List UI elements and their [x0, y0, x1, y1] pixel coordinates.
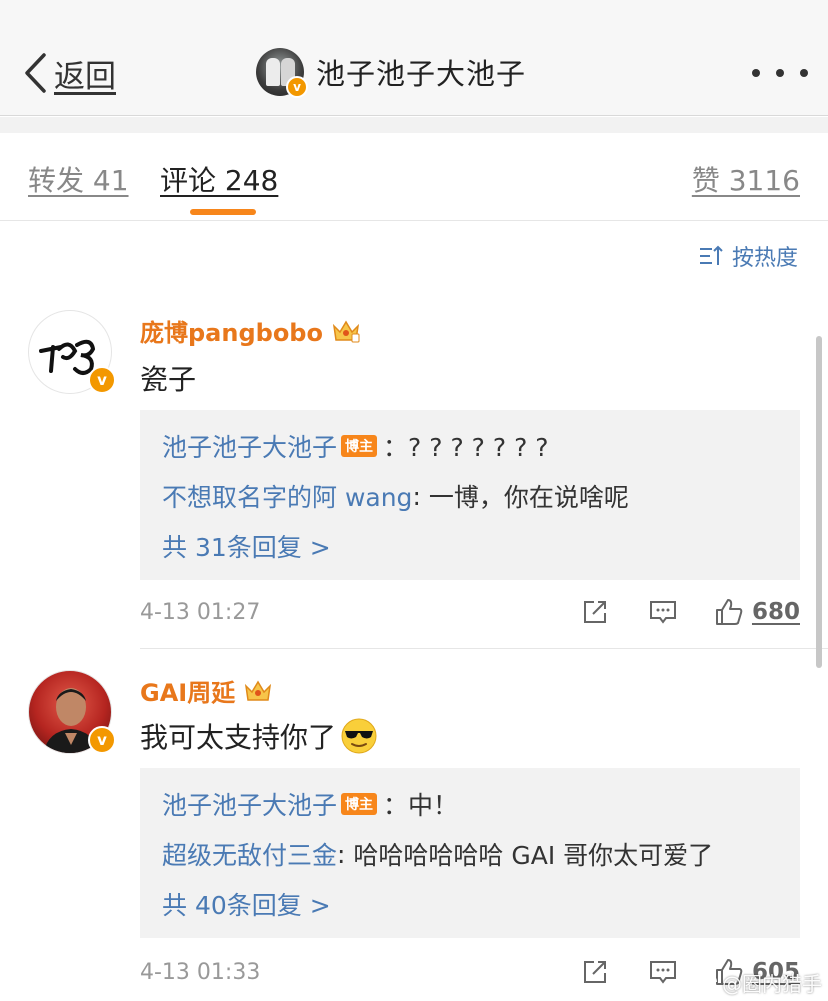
- crown-icon: [332, 320, 360, 342]
- author-tag-badge: 博主: [341, 435, 378, 457]
- commenter-name[interactable]: GAI周延: [140, 673, 273, 708]
- share-button[interactable]: [580, 597, 610, 627]
- chevron-left-icon: [25, 53, 46, 93]
- author-tag-badge: 博主: [341, 793, 378, 815]
- commenter-avatar[interactable]: v: [28, 310, 116, 394]
- reply-text: ：中！: [383, 791, 459, 820]
- comment-text: 我可太支持你了: [140, 716, 378, 756]
- more-replies-link[interactable]: 共 40条回复 >: [162, 886, 331, 922]
- verified-badge: v: [286, 76, 308, 98]
- tab-reposts[interactable]: 转发 41: [28, 159, 129, 199]
- reply-line: 不想取名字的阿 wang : 一博，你在说啥呢: [162, 478, 629, 514]
- tab-comments[interactable]: 评论 248: [160, 159, 278, 199]
- reply-user[interactable]: 超级无敌付三金: [162, 836, 337, 872]
- scrollbar[interactable]: [816, 336, 822, 668]
- section-gap: [0, 117, 828, 133]
- replies-box[interactable]: 池子池子大池子 博主 ：中！ 超级无敌付三金 : 哈哈哈哈哈哈 GAI 哥你太可…: [140, 768, 800, 938]
- reply-colon: :: [337, 839, 354, 869]
- page-title: 池子池子大池子: [316, 57, 527, 91]
- reply-colon: :: [412, 481, 429, 511]
- tab-likes[interactable]: 赞 3116: [692, 159, 800, 199]
- crown-icon: [245, 680, 272, 701]
- sort-button[interactable]: 按热度: [698, 240, 798, 272]
- more-replies-link[interactable]: 共 31条回复 >: [162, 528, 331, 564]
- reply-user[interactable]: 池子池子大池子: [162, 786, 337, 822]
- comment-icon: [649, 601, 676, 624]
- reply-text: 哈哈哈哈哈哈 GAI 哥你太可爱了: [353, 841, 714, 870]
- reply-line: 池子池子大池子 博主 ：? ? ? ? ? ? ?: [162, 428, 549, 464]
- comment-icon: [649, 961, 676, 984]
- thumbs-up-icon: [715, 599, 743, 625]
- back-button[interactable]: 返回: [22, 48, 116, 98]
- username-label: GAI周延: [140, 679, 236, 707]
- reply-text: ：? ? ? ? ? ? ?: [383, 433, 549, 462]
- reply-line: 超级无敌付三金 : 哈哈哈哈哈哈 GAI 哥你太可爱了: [162, 836, 713, 872]
- dot-icon: [776, 69, 784, 77]
- like-count: 680: [751, 599, 800, 625]
- cool-sunglasses-emoji: [341, 718, 377, 754]
- watermark: @圈内猎手: [694, 968, 822, 997]
- like-button[interactable]: 680: [714, 597, 800, 627]
- verified-badge: v: [88, 366, 116, 394]
- weibo-logo-icon: [694, 974, 717, 992]
- back-label: 返回: [54, 58, 116, 95]
- verified-badge: v: [88, 726, 116, 754]
- commenter-name[interactable]: 庞博pangbobo: [140, 313, 361, 348]
- comment-timestamp: 4-13 01:27: [140, 600, 261, 625]
- replies-box[interactable]: 池子池子大池子 博主 ：? ? ? ? ? ? ? 不想取名字的阿 wang :…: [140, 410, 800, 580]
- username-label: 庞博pangbobo: [140, 319, 323, 347]
- reply-button[interactable]: [648, 957, 678, 987]
- comment-timestamp: 4-13 01:33: [140, 960, 261, 985]
- avatar: v: [256, 48, 308, 98]
- reply-user[interactable]: 不想取名字的阿 wang: [162, 478, 412, 514]
- comment-text-content: 我可太支持你了: [140, 721, 337, 754]
- share-button[interactable]: [580, 957, 610, 987]
- nav-user[interactable]: v 池子池子大池子: [256, 47, 527, 98]
- share-icon: [583, 961, 606, 983]
- sort-icon: [699, 245, 723, 265]
- share-icon: [583, 601, 606, 623]
- reply-text: 一博，你在说啥呢: [428, 483, 629, 512]
- commenter-avatar[interactable]: v: [28, 670, 116, 754]
- tab-bar: 转发 41 评论 248 赞 3116: [0, 133, 828, 221]
- comment-actions: 680: [580, 597, 800, 627]
- top-navbar: 返回 v 池子池子大池子: [0, 0, 828, 116]
- active-tab-indicator: [190, 209, 256, 215]
- sort-label: 按热度: [731, 246, 798, 271]
- more-options-button[interactable]: [752, 58, 808, 88]
- dot-icon: [752, 69, 760, 77]
- reply-button[interactable]: [648, 597, 678, 627]
- reply-line: 池子池子大池子 博主 ：中！: [162, 786, 458, 822]
- watermark-text: @圈内猎手: [722, 972, 822, 996]
- reply-user[interactable]: 池子池子大池子: [162, 428, 337, 464]
- dot-icon: [800, 69, 808, 77]
- comment-text: 瓷子: [140, 363, 197, 396]
- divider: [140, 648, 828, 649]
